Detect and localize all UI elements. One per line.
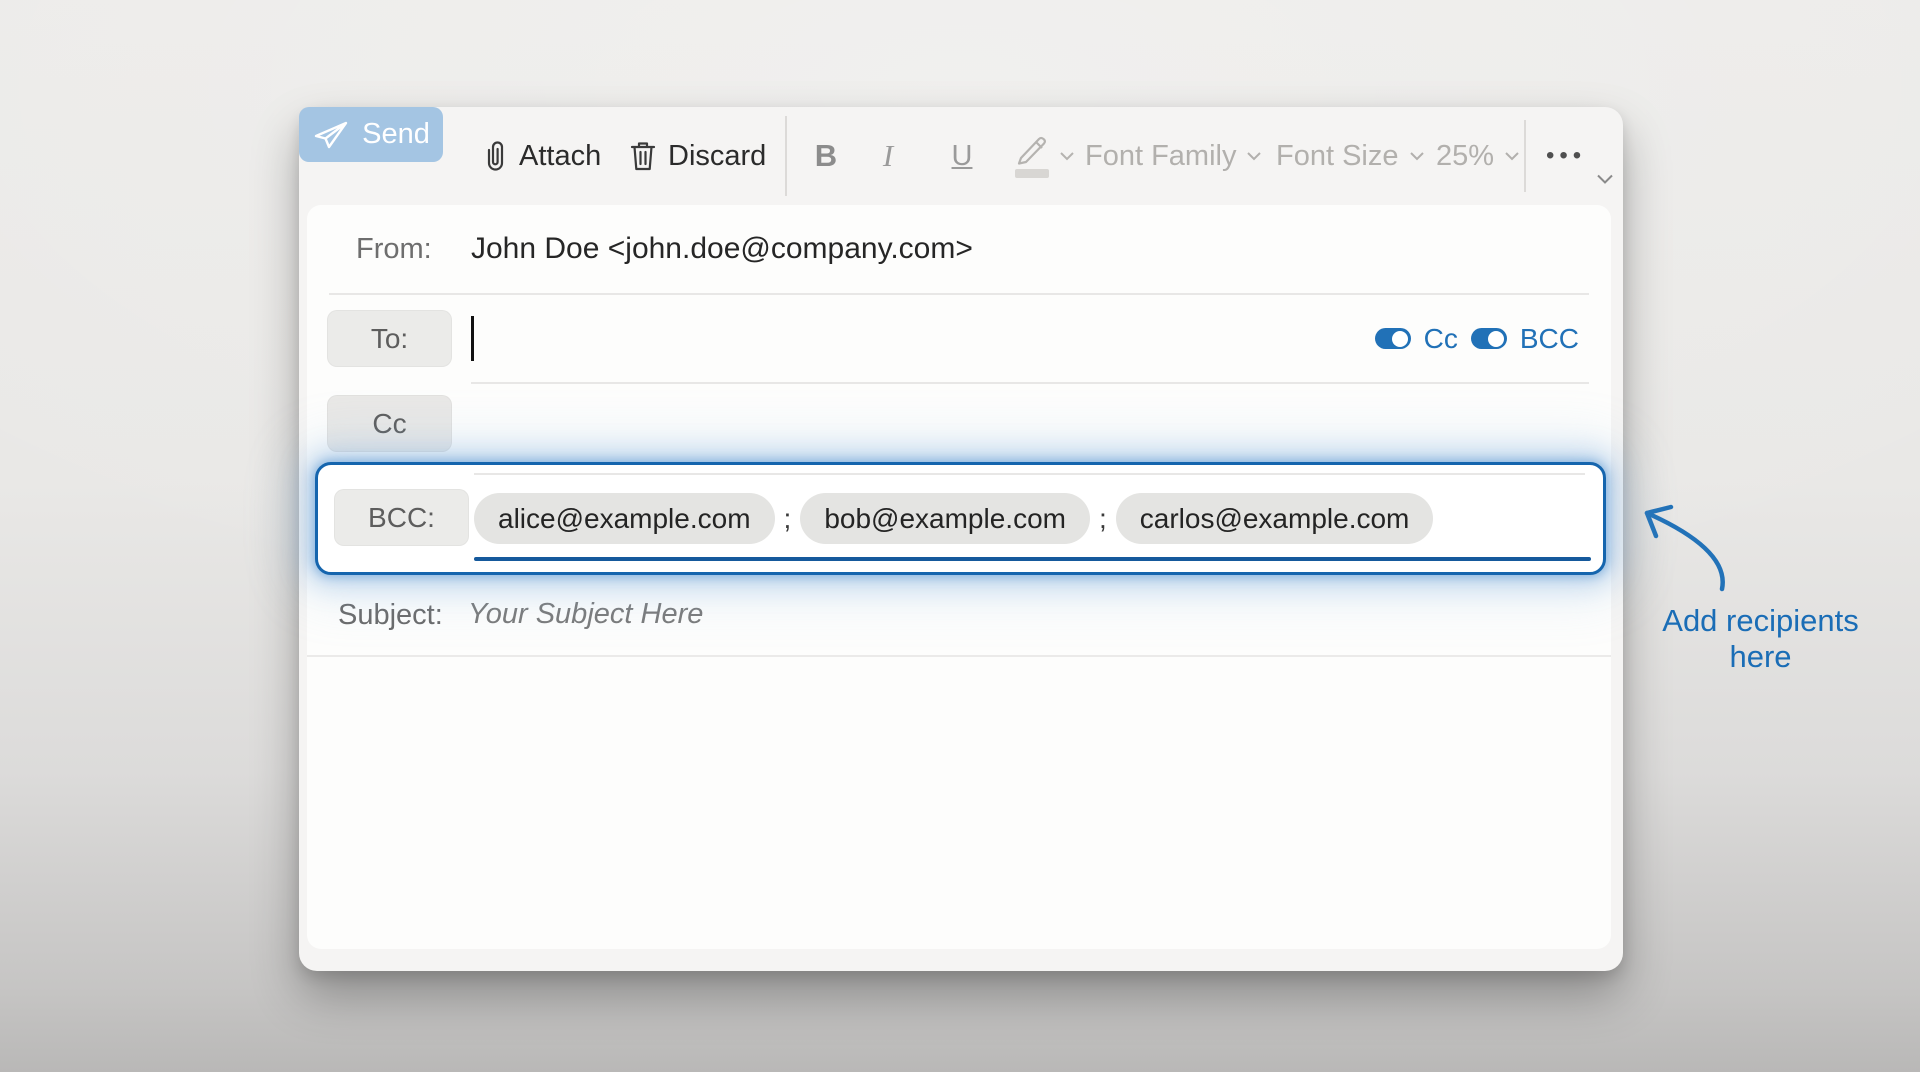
subject-input[interactable]: Your Subject Here: [468, 598, 703, 631]
chevron-down-icon: [1504, 151, 1520, 161]
bold-button[interactable]: B: [803, 107, 849, 205]
collapse-toolbar-button[interactable]: [1595, 173, 1615, 185]
italic-label: I: [883, 138, 893, 174]
bcc-label: BCC:: [368, 502, 435, 534]
bcc-toggle[interactable]: [1471, 328, 1507, 349]
bcc-recipient-list: alice@example.com;bob@example.com;carlos…: [474, 465, 1433, 572]
toggle-knob: [1488, 331, 1504, 347]
discard-label: Discard: [668, 140, 766, 173]
recipient-chip[interactable]: bob@example.com: [800, 493, 1090, 544]
from-row: From: John Doe <john.doe@company.com>: [307, 205, 1611, 294]
compose-window: Send Attach Discard B I U: [299, 107, 1623, 971]
annotation-arrow-icon: [1630, 498, 1742, 596]
chevron-down-icon: [1409, 151, 1425, 161]
highlight-color-button[interactable]: [1013, 107, 1075, 205]
send-icon: [312, 119, 350, 151]
to-input[interactable]: [467, 304, 1351, 374]
recipient-separator: ;: [1099, 503, 1107, 535]
cc-toggle[interactable]: [1375, 328, 1411, 349]
cc-row: Cc: [307, 383, 1611, 463]
toolbar-divider: [1524, 120, 1526, 192]
recipient-chip[interactable]: carlos@example.com: [1116, 493, 1434, 544]
subject-row: Subject: Your Subject Here: [307, 575, 1611, 656]
font-size-select[interactable]: Font Size: [1276, 107, 1425, 205]
paperclip-icon: [482, 139, 508, 173]
chevron-down-icon: [1246, 151, 1262, 161]
zoom-value: 25%: [1436, 140, 1494, 173]
bcc-button[interactable]: BCC:: [334, 489, 469, 546]
toolbar: Send Attach Discard B I U: [299, 107, 1623, 205]
from-label: From:: [356, 233, 432, 266]
cc-button[interactable]: Cc: [327, 395, 452, 452]
toolbar-divider: [785, 116, 787, 196]
to-button[interactable]: To:: [327, 310, 452, 367]
zoom-select[interactable]: 25%: [1436, 107, 1520, 205]
cc-label: Cc: [372, 408, 406, 440]
send-button[interactable]: Send: [299, 107, 443, 162]
bcc-input-underline: [474, 557, 1591, 562]
underline-label: U: [952, 140, 973, 173]
chevron-down-icon: [1059, 151, 1075, 161]
recipient-separator: ;: [784, 503, 792, 535]
to-row: To: Cc BCC: [307, 294, 1611, 383]
bcc-field-highlighted[interactable]: BCC: alice@example.com;bob@example.com;c…: [315, 462, 1606, 575]
attach-button[interactable]: Attach: [482, 107, 601, 205]
font-family-label: Font Family: [1085, 140, 1236, 173]
trash-icon: [629, 139, 657, 173]
message-panel: From: John Doe <john.doe@company.com> To…: [307, 205, 1611, 949]
discard-button[interactable]: Discard: [629, 107, 766, 205]
bcc-toggle-label[interactable]: BCC: [1520, 323, 1579, 355]
attach-label: Attach: [519, 140, 601, 173]
highlighter-icon: [1013, 134, 1053, 178]
font-size-label: Font Size: [1276, 140, 1399, 173]
message-body-input[interactable]: [307, 656, 1611, 949]
send-label: Send: [362, 118, 430, 151]
from-value: John Doe <john.doe@company.com>: [471, 232, 973, 266]
underline-button[interactable]: U: [939, 107, 985, 205]
annotation-text: Add recipients here: [1638, 603, 1883, 675]
subject-label: Subject:: [338, 599, 443, 632]
cc-toggle-label[interactable]: Cc: [1424, 323, 1458, 355]
ellipsis-icon: •••: [1546, 142, 1586, 170]
bold-label: B: [815, 138, 837, 174]
to-label: To:: [371, 323, 408, 355]
more-options-button[interactable]: •••: [1546, 107, 1586, 205]
italic-button[interactable]: I: [865, 107, 911, 205]
toggle-knob: [1392, 331, 1408, 347]
font-family-select[interactable]: Font Family: [1085, 107, 1262, 205]
recipient-chip[interactable]: alice@example.com: [474, 493, 775, 544]
